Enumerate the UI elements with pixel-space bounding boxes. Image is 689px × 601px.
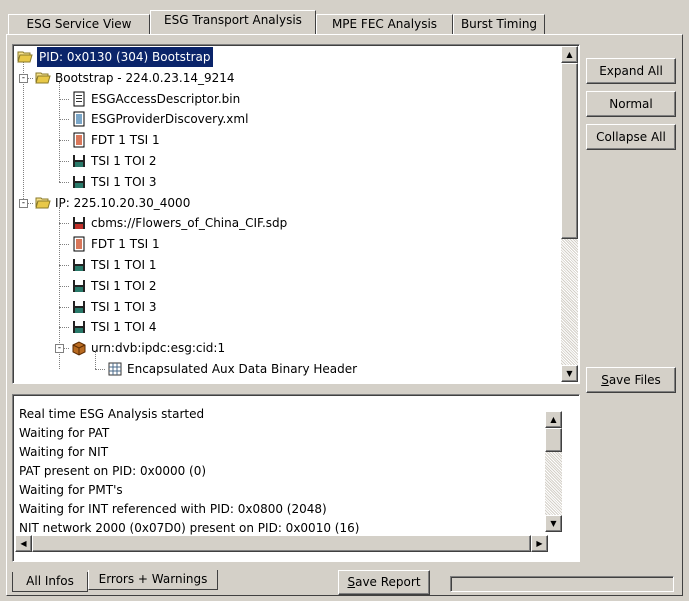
floppy-icon [71,319,87,335]
button-label: Normal [609,97,653,111]
tree-item-label: TSI 1 TOI 2 [91,278,157,293]
tree-item-label: cbms://Flowers_of_China_CIF.sdp [91,216,288,231]
log-scroll-up-button[interactable]: ▲ [545,411,562,428]
tab-label: ESG Service View [26,17,132,31]
log-horizontal-scrollbar[interactable]: ◀ ▶ [15,535,548,552]
log-line: Real time ESG Analysis started [19,407,205,421]
tab-esg-service-view[interactable]: ESG Service View [8,14,150,34]
collapse-toggle-icon[interactable]: - [19,198,28,208]
package-icon [71,340,87,356]
tree-item-label: FDT 1 TSI 1 [91,133,160,148]
tree-item-label: urn:dvb:ipdc:esg:cid:1 [91,341,226,356]
tree-item[interactable]: FDT 1 TSI 1 [15,130,555,150]
tab-all-infos[interactable]: All Infos [12,572,88,592]
normal-button[interactable]: Normal [586,91,676,117]
tree-item[interactable]: PID: 0x0130 (304) Bootstrap [15,47,555,68]
scroll-up-button[interactable]: ▲ [561,46,578,63]
collapse-toggle-icon[interactable]: - [55,344,64,354]
floppy-icon [71,153,87,169]
tree-item[interactable]: TSI 1 TOI 1 [15,255,555,275]
log-line: Waiting for PAT [19,426,110,440]
tab-label: Errors + Warnings [98,572,208,586]
tab-burst-timing[interactable]: Burst Timing [453,14,545,34]
scroll-down-button[interactable]: ▼ [561,365,578,382]
tab-label: All Infos [26,574,74,588]
floppy-icon [71,299,87,315]
fdt-file-icon [71,236,87,252]
tab-label: MPE FEC Analysis [331,17,438,31]
collapse-toggle-icon[interactable]: - [19,73,28,83]
floppy-icon [71,257,87,273]
analysis-log[interactable]: Real time ESG Analysis started Waiting fo… [12,394,580,562]
log-hscroll-thumb[interactable] [32,535,531,552]
tab-label: Burst Timing [460,17,538,31]
tree-item-label: TSI 1 TOI 3 [91,299,157,314]
tree-item[interactable]: Encapsulated Aux Data Binary Header [15,359,555,379]
tab-esg-transport-analysis[interactable]: ESG Transport Analysis [150,10,316,34]
log-line: Waiting for INT referenced with PID: 0x0… [19,502,327,516]
tree-item-label: ESGProviderDiscovery.xml [91,112,249,127]
collapse-all-button[interactable]: Collapse All [586,124,676,150]
tree-vertical-scrollbar[interactable]: ▲ ▼ [561,46,578,382]
binary-file-icon [71,91,87,107]
button-label: Save Report [347,575,421,589]
fdt-file-icon [71,132,87,148]
tab-errors-warnings[interactable]: Errors + Warnings [88,570,218,590]
tree-item[interactable]: - urn:dvb:ipdc:esg:cid:1 [15,338,555,358]
open-folder-icon [35,195,51,211]
button-label: Save Files [601,373,661,387]
tree-item-label: FDT 1 TSI 1 [91,237,160,252]
button-label: Collapse All [596,130,666,144]
tree-item-label: TSI 1 TOI 3 [91,174,157,189]
save-files-button[interactable]: Save Files [586,367,676,393]
save-report-button[interactable]: Save Report [338,570,430,595]
expand-all-button[interactable]: Expand All [586,58,676,84]
tree-item-label: PID: 0x0130 (304) Bootstrap [36,47,214,68]
scroll-thumb[interactable] [561,63,578,239]
button-label: Expand All [599,64,663,78]
tree-item-label: TSI 1 TOI 4 [91,320,157,335]
tree-item-label: TSI 1 TOI 2 [91,154,157,168]
tree-item[interactable]: FDT 1 TSI 1 [15,234,555,254]
tree-item[interactable]: - IP: 225.10.20.30_4000 [15,193,555,213]
open-folder-icon [17,49,33,65]
tree-item[interactable]: TSI 1 TOI 2 [15,276,555,296]
tree-item[interactable]: TSI 1 TOI 3 [15,297,555,317]
xml-file-icon [71,111,87,127]
file-tree-view[interactable]: PID: 0x0130 (304) Bootstrap - Bootstrap - … [12,44,580,384]
tree-item[interactable]: ESGProviderDiscovery.xml [15,109,555,129]
tree-item-label: TSI 1 TOI 1 [91,258,157,272]
log-scroll-thumb[interactable] [545,428,562,452]
floppy-icon [71,174,87,190]
log-line: PAT present on PID: 0x0000 (0) [19,464,207,478]
tree-item-label: IP: 225.10.20.30_4000 [55,195,191,210]
log-scroll-right-button[interactable]: ▶ [531,535,548,552]
tree-item[interactable]: cbms://Flowers_of_China_CIF.sdp [15,213,555,233]
log-line: Waiting for PMT's [19,483,123,497]
open-folder-icon [35,70,51,86]
table-icon [107,361,123,377]
tree-item-label: Bootstrap - 224.0.23.14_9214 [55,70,235,85]
log-scroll-down-button[interactable]: ▼ [545,515,562,532]
tree-item[interactable]: ESGAccessDescriptor.bin [15,89,555,109]
tree-item[interactable]: TSI 1 TOI 2 [15,151,555,171]
tree-item[interactable]: TSI 1 TOI 3 [15,172,555,192]
log-line: Waiting for NIT [19,445,109,459]
tree-item-label: Encapsulated Aux Data Binary Header [127,362,358,376]
tree-item-label: ESGAccessDescriptor.bin [91,91,241,106]
tree-item[interactable]: TSI 1 TOI 4 [15,317,555,337]
tab-label: ESG Transport Analysis [164,13,302,27]
tree-item[interactable]: - Bootstrap - 224.0.23.14_9214 [15,68,555,88]
tab-mpe-fec-analysis[interactable]: MPE FEC Analysis [316,14,453,34]
progress-bar [450,576,674,592]
floppy-icon [71,278,87,294]
log-scroll-left-button[interactable]: ◀ [15,535,32,552]
log-vertical-scrollbar[interactable]: ▲ ▼ [545,411,562,532]
tree-content: PID: 0x0130 (304) Bootstrap - Bootstrap - … [15,47,561,381]
sdp-file-icon [71,215,87,231]
